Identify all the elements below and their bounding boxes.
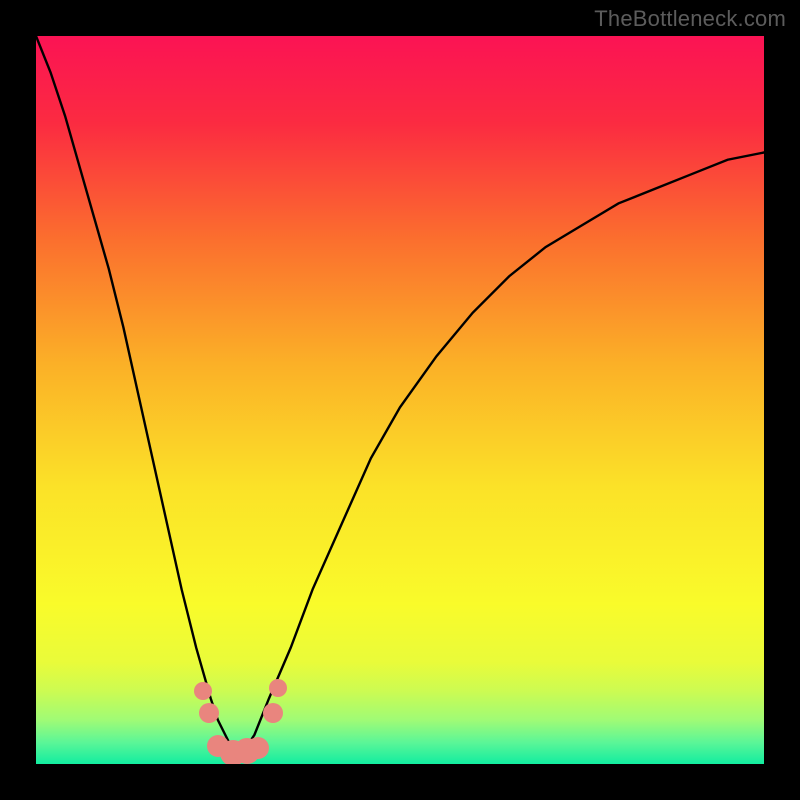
background-gradient — [36, 36, 764, 764]
data-marker — [247, 737, 269, 759]
plot-area — [36, 36, 764, 764]
data-marker — [263, 703, 283, 723]
watermark-text: TheBottleneck.com — [594, 6, 786, 32]
chart-frame: TheBottleneck.com — [0, 0, 800, 800]
data-marker — [194, 682, 212, 700]
data-marker — [269, 679, 287, 697]
data-marker — [199, 703, 219, 723]
